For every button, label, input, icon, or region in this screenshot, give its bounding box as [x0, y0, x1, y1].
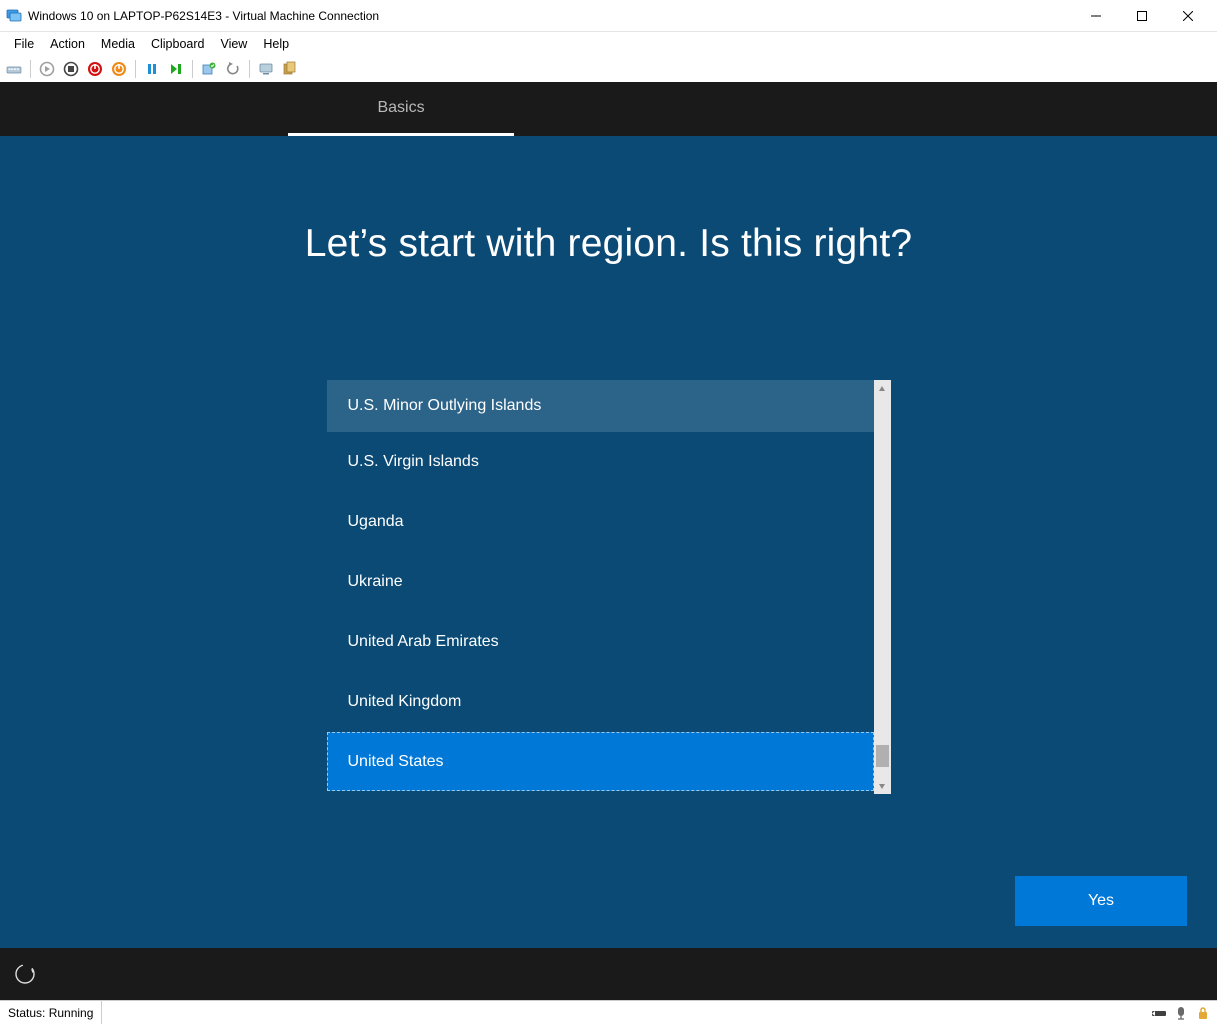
toolbar	[0, 56, 1217, 82]
region-item[interactable]: U.S. Minor Outlying Islands	[327, 380, 874, 432]
menu-view[interactable]: View	[212, 35, 255, 53]
vm-viewport: Basics Let’s start with region. Is this …	[0, 82, 1217, 1000]
oobe-heading: Let’s start with region. Is this right?	[305, 222, 913, 266]
statusbar: Status: Running	[0, 1000, 1217, 1024]
region-scrollbar[interactable]	[874, 380, 891, 794]
oobe-bottombar	[0, 948, 1217, 1000]
speaker-icon	[1173, 1005, 1189, 1021]
share-icon[interactable]	[280, 59, 300, 79]
oobe-tab-label: Basics	[377, 99, 424, 117]
menu-file[interactable]: File	[6, 35, 42, 53]
pause-icon[interactable]	[142, 59, 162, 79]
menu-help[interactable]: Help	[255, 35, 297, 53]
titlebar: Windows 10 on LAPTOP-P62S14E3 - Virtual …	[0, 0, 1217, 32]
region-list-container: U.S. Minor Outlying Islands U.S. Virgin I…	[327, 380, 891, 794]
status-text: Status: Running	[6, 1001, 102, 1024]
region-item-label: U.S. Minor Outlying Islands	[348, 397, 542, 415]
region-item-label: United Kingdom	[348, 693, 462, 711]
window-title: Windows 10 on LAPTOP-P62S14E3 - Virtual …	[28, 9, 379, 23]
shutdown-icon[interactable]	[85, 59, 105, 79]
region-item[interactable]: U.S. Virgin Islands	[327, 432, 874, 492]
scrollbar-thumb[interactable]	[876, 745, 889, 767]
region-item-label: Uganda	[348, 513, 404, 531]
region-item-label: United Arab Emirates	[348, 633, 499, 651]
oobe-topbar: Basics	[0, 82, 1217, 136]
app-icon	[6, 8, 22, 24]
scrollbar-track[interactable]	[874, 397, 891, 777]
start-icon[interactable]	[37, 59, 57, 79]
region-list[interactable]: U.S. Minor Outlying Islands U.S. Virgin I…	[327, 380, 874, 794]
menu-clipboard[interactable]: Clipboard	[143, 35, 213, 53]
close-button[interactable]	[1165, 0, 1211, 32]
reset-icon[interactable]	[166, 59, 186, 79]
region-item-label: Ukraine	[348, 573, 403, 591]
toolbar-separator	[135, 60, 136, 78]
region-item[interactable]: United Kingdom	[327, 672, 874, 732]
menu-action[interactable]: Action	[42, 35, 93, 53]
enhanced-session-icon[interactable]	[256, 59, 276, 79]
region-item[interactable]: United Arab Emirates	[327, 612, 874, 672]
menu-media[interactable]: Media	[93, 35, 143, 53]
toolbar-separator	[192, 60, 193, 78]
yes-button[interactable]: Yes	[1015, 876, 1187, 926]
oobe-tab-basics[interactable]: Basics	[288, 82, 514, 136]
lock-icon	[1195, 1005, 1211, 1021]
region-item-label: United States	[348, 753, 444, 771]
checkpoint-icon[interactable]	[199, 59, 219, 79]
toolbar-separator	[30, 60, 31, 78]
region-item[interactable]: Ukraine	[327, 552, 874, 612]
scroll-up-arrow-icon[interactable]	[874, 380, 891, 397]
minimize-button[interactable]	[1073, 0, 1119, 32]
menubar: File Action Media Clipboard View Help	[0, 32, 1217, 56]
region-item[interactable]: United States	[327, 732, 874, 791]
region-item-label: U.S. Virgin Islands	[348, 453, 479, 471]
oobe-main: Let’s start with region. Is this right? …	[0, 136, 1217, 948]
encryption-icon	[1151, 1005, 1167, 1021]
turn-off-icon[interactable]	[61, 59, 81, 79]
yes-button-label: Yes	[1088, 892, 1114, 910]
scroll-down-arrow-icon[interactable]	[874, 777, 891, 794]
ease-of-access-icon[interactable]	[14, 963, 36, 985]
revert-icon[interactable]	[223, 59, 243, 79]
toolbar-separator	[249, 60, 250, 78]
region-item[interactable]: Uganda	[327, 492, 874, 552]
save-icon[interactable]	[109, 59, 129, 79]
yes-button-row: Yes	[0, 876, 1217, 926]
maximize-button[interactable]	[1119, 0, 1165, 32]
ctrl-alt-del-icon[interactable]	[4, 59, 24, 79]
